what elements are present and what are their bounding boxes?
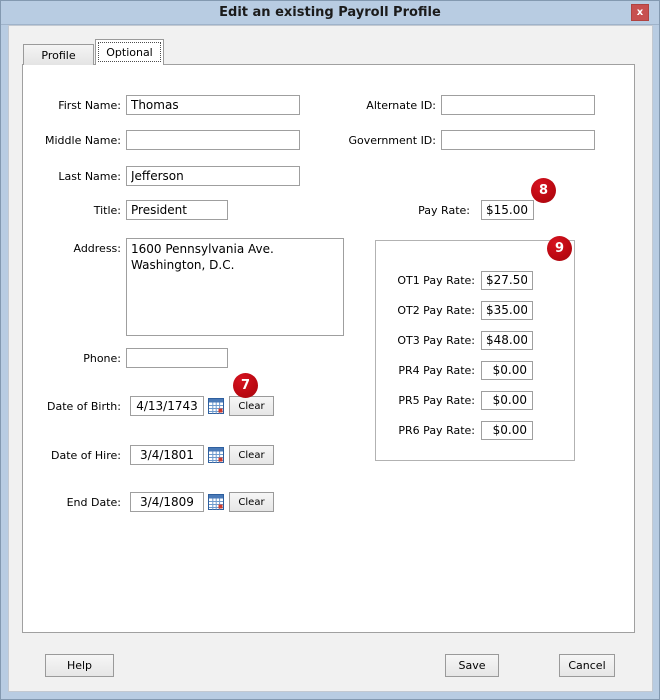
date-of-hire-calendar-button[interactable]: [208, 447, 224, 463]
last-name-row: Last Name:: [23, 166, 300, 186]
middle-name-row: Middle Name:: [23, 130, 300, 150]
pr4-pay-rate-row: PR4 Pay Rate:: [353, 360, 533, 380]
pay-rate-label: Pay Rate:: [418, 203, 470, 217]
ot1-pay-rate-row: OT1 Pay Rate:: [353, 270, 533, 290]
last-name-label: Last Name:: [58, 169, 121, 183]
government-id-input[interactable]: [441, 130, 595, 150]
address-label: Address:: [73, 242, 121, 255]
ot2-pay-rate-input[interactable]: [481, 300, 533, 320]
alternate-id-label: Alternate ID:: [366, 98, 436, 112]
pr5-pay-rate-row: PR5 Pay Rate:: [353, 390, 533, 410]
date-of-hire-label: Date of Hire:: [51, 448, 121, 462]
titlebar: Edit an existing Payroll Profile x: [1, 1, 659, 25]
address-row: Address: 1600 Pennsylvania Ave. Washingt…: [23, 238, 344, 336]
end-date-calendar-button[interactable]: [208, 494, 224, 510]
date-of-birth-label: Date of Birth:: [46, 399, 121, 413]
save-button[interactable]: Save: [445, 654, 499, 677]
annotation-badge-8: 8: [531, 178, 556, 203]
phone-row: Phone:: [23, 348, 228, 368]
end-date-label: End Date:: [66, 495, 121, 509]
middle-name-input[interactable]: [126, 130, 300, 150]
date-of-hire-row: Date of Hire: Clear: [23, 445, 274, 465]
government-id-row: Government ID:: [291, 130, 595, 150]
ot1-pay-rate-label: OT1 Pay Rate:: [397, 273, 475, 287]
phone-input[interactable]: [126, 348, 228, 368]
date-of-birth-clear-button[interactable]: Clear: [229, 396, 274, 416]
ot3-pay-rate-row: OT3 Pay Rate:: [353, 330, 533, 350]
calendar-icon: [208, 494, 224, 510]
phone-label: Phone:: [83, 351, 121, 365]
date-of-hire-input[interactable]: [130, 445, 204, 465]
end-date-clear-button[interactable]: Clear: [229, 492, 274, 512]
date-of-hire-clear-button[interactable]: Clear: [229, 445, 274, 465]
title-label: Title:: [93, 203, 121, 217]
annotation-badge-9: 9: [547, 236, 572, 261]
first-name-input[interactable]: [126, 95, 300, 115]
dialog-title: Edit an existing Payroll Profile: [219, 5, 441, 20]
cancel-button[interactable]: Cancel: [559, 654, 615, 677]
tab-profile-label: Profile: [41, 48, 76, 62]
date-of-birth-row: Date of Birth: Clear: [23, 396, 274, 416]
pr4-pay-rate-input[interactable]: [481, 360, 533, 380]
close-icon[interactable]: x: [631, 4, 649, 21]
first-name-label: First Name:: [58, 98, 121, 112]
middle-name-label: Middle Name:: [45, 133, 121, 147]
pay-rate-input[interactable]: [481, 200, 534, 220]
ot1-pay-rate-input[interactable]: [481, 270, 533, 290]
pr6-pay-rate-label: PR6 Pay Rate:: [398, 423, 475, 437]
calendar-icon: [208, 398, 224, 414]
tab-optional[interactable]: Optional: [95, 39, 164, 65]
ot2-pay-rate-row: OT2 Pay Rate:: [353, 300, 533, 320]
title-input[interactable]: [126, 200, 228, 220]
pr6-pay-rate-input[interactable]: [481, 420, 533, 440]
optional-tab-panel: First Name: Middle Name: Last Name: Titl…: [22, 64, 635, 633]
ot3-pay-rate-label: OT3 Pay Rate:: [397, 333, 475, 347]
pr6-pay-rate-row: PR6 Pay Rate:: [353, 420, 533, 440]
payroll-profile-dialog: Edit an existing Payroll Profile x Profi…: [0, 0, 660, 700]
first-name-row: First Name:: [23, 95, 300, 115]
tab-profile[interactable]: Profile: [23, 44, 94, 65]
help-button[interactable]: Help: [45, 654, 114, 677]
last-name-input[interactable]: [126, 166, 300, 186]
date-of-birth-calendar-button[interactable]: [208, 398, 224, 414]
end-date-input[interactable]: [130, 492, 204, 512]
government-id-label: Government ID:: [348, 133, 436, 147]
ot2-pay-rate-label: OT2 Pay Rate:: [397, 303, 475, 317]
pr5-pay-rate-input[interactable]: [481, 390, 533, 410]
pr4-pay-rate-label: PR4 Pay Rate:: [398, 363, 475, 377]
pay-rate-row: Pay Rate:: [351, 200, 534, 220]
end-date-row: End Date: Clear: [23, 492, 274, 512]
pr5-pay-rate-label: PR5 Pay Rate:: [398, 393, 475, 407]
address-input[interactable]: 1600 Pennsylvania Ave. Washington, D.C.: [126, 238, 344, 336]
title-row: Title:: [23, 200, 228, 220]
dialog-body: Profile Optional First Name: Middle Name…: [8, 25, 653, 692]
alternate-id-row: Alternate ID:: [291, 95, 595, 115]
calendar-icon: [208, 447, 224, 463]
alternate-id-input[interactable]: [441, 95, 595, 115]
annotation-badge-7: 7: [233, 373, 258, 398]
ot3-pay-rate-input[interactable]: [481, 330, 533, 350]
tab-optional-label: Optional: [106, 46, 153, 59]
date-of-birth-input[interactable]: [130, 396, 204, 416]
